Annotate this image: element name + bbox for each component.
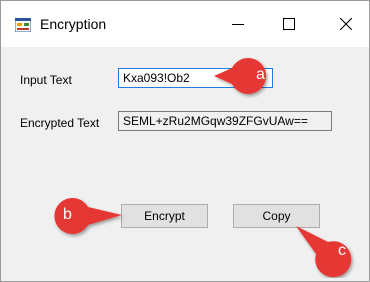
close-icon (340, 18, 352, 30)
minimize-icon (232, 24, 244, 25)
encrypted-text-label: Encrypted Text (20, 116, 100, 130)
minimize-button[interactable] (215, 9, 261, 39)
callout-b-letter: b (63, 206, 72, 223)
callout-b (54, 198, 122, 234)
callout-c-letter: c (338, 242, 346, 259)
window-title: Encryption (40, 16, 107, 32)
callout-c (296, 226, 352, 278)
encrypt-button[interactable]: Encrypt (121, 204, 208, 228)
input-text-label: Input Text (20, 73, 72, 87)
title-bar[interactable]: Encryption (1, 1, 369, 47)
app-form-icon (15, 18, 31, 32)
maximize-button[interactable] (266, 9, 312, 39)
maximize-icon (283, 18, 295, 30)
callout-a (214, 58, 267, 94)
close-button[interactable] (323, 9, 369, 39)
callout-a-letter: a (256, 66, 265, 83)
encrypted-text-field[interactable]: SEML+zRu2MGqw39ZFGvUAw== (118, 111, 332, 131)
